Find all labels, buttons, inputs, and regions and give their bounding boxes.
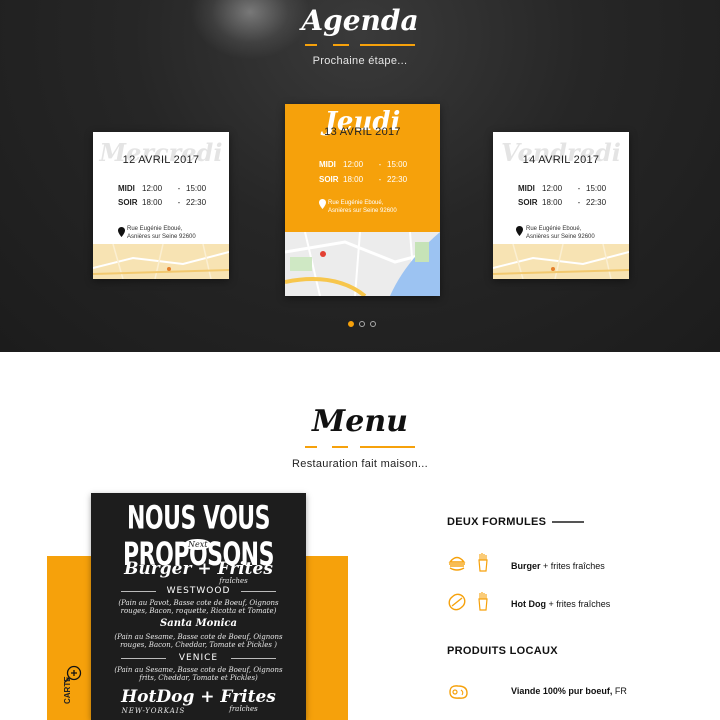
meat-icon bbox=[449, 685, 468, 699]
map-thumbnail[interactable] bbox=[285, 232, 440, 296]
card-date: 13 AVRIL 2017 bbox=[324, 126, 401, 138]
map-thumbnail[interactable] bbox=[493, 244, 629, 279]
produits-heading: PRODUITS LOCAUX bbox=[447, 645, 558, 657]
address-line-1: Rue Eugénie Eboué, bbox=[526, 226, 582, 232]
card-soir-row: SOIR 18:00 - 22:30 bbox=[518, 198, 606, 207]
formule-hotdog: Hot Dog + frites fraîches bbox=[511, 599, 610, 609]
time-dash: - bbox=[177, 184, 181, 193]
agenda-section: Agenda Prochaine étape... Mercredi 12 AV… bbox=[0, 0, 720, 352]
agenda-title: Agenda bbox=[301, 4, 419, 37]
midi-label: MIDI bbox=[518, 184, 535, 193]
board-hotdog-line: HotDog + Frites bbox=[121, 687, 276, 707]
produit-viande: Viande 100% pur boeuf, FR bbox=[511, 686, 627, 696]
board-santa-desc-2: rouges, Bacon, Cheddar, Tomate et Pickle… bbox=[120, 641, 277, 649]
board-westwood-desc-2: rouges, Bacon, roquette, Ricotta et Toma… bbox=[120, 607, 277, 615]
soir-end: 22:30 bbox=[186, 198, 207, 207]
midi-end: 15:00 bbox=[387, 160, 408, 169]
time-dash: - bbox=[378, 175, 382, 184]
agenda-card-vendredi[interactable]: Vendredi 14 AVRIL 2017 MIDI 12:00 - 15:0… bbox=[493, 132, 629, 279]
soir-end: 22:30 bbox=[586, 198, 607, 207]
formule-hotdog-bold: Hot Dog bbox=[511, 599, 546, 609]
agenda-subtitle: Prochaine étape... bbox=[312, 55, 408, 67]
address-line-2: Asnières sur Seine 92600 bbox=[127, 234, 196, 240]
title-underline-segment bbox=[332, 446, 348, 448]
formule-hotdog-rest: + frites fraîches bbox=[546, 599, 611, 609]
time-dash: - bbox=[577, 184, 581, 193]
midi-label: MIDI bbox=[319, 160, 336, 169]
board-hotdog-frites-note: fraîches bbox=[229, 705, 258, 713]
menu-title: Menu bbox=[312, 404, 408, 439]
midi-start: 12:00 bbox=[343, 160, 364, 169]
burger-icon bbox=[448, 556, 466, 571]
board-burger-line: Burger + Frites bbox=[124, 559, 273, 579]
address-line-2: Asnières sur Seine 92600 bbox=[526, 234, 595, 240]
carousel-dot-3[interactable] bbox=[370, 321, 376, 327]
board-santa-desc-1: (Pain au Sesame, Basse cote de Boeuf, Oi… bbox=[114, 633, 283, 641]
produit-viande-bold: Viande 100% pur boeuf, bbox=[511, 686, 613, 696]
soir-label: SOIR bbox=[518, 198, 538, 207]
card-address: Rue Eugénie Eboué, Asnières sur Seine 92… bbox=[127, 225, 196, 241]
carte-vertical-label[interactable]: CARTE bbox=[63, 676, 72, 704]
midi-start: 12:00 bbox=[542, 184, 563, 193]
soir-label: SOIR bbox=[319, 175, 339, 184]
carousel-dot-2[interactable] bbox=[359, 321, 365, 327]
title-underline-segment bbox=[305, 44, 317, 46]
map-pin-icon bbox=[319, 199, 326, 209]
agenda-card-jeudi[interactable]: Jeudi 13 AVRIL 2017 MIDI 12:00 - 15:00 S… bbox=[285, 104, 440, 296]
chalkboard-menu[interactable]: NOUS VOUS PROPOSONS Next Burger + Frites… bbox=[91, 493, 306, 720]
fries-icon bbox=[478, 553, 488, 572]
agenda-card-mercredi[interactable]: Mercredi 12 AVRIL 2017 MIDI 12:00 - 15:0… bbox=[93, 132, 229, 279]
heading-rule bbox=[552, 521, 584, 523]
board-westwood: WESTWOOD bbox=[166, 586, 231, 596]
title-underline-segment bbox=[360, 44, 415, 46]
card-midi-row: MIDI 12:00 - 15:00 bbox=[319, 160, 407, 169]
map-pin-icon bbox=[118, 227, 125, 237]
card-soir-row: SOIR 18:00 - 22:30 bbox=[118, 198, 206, 207]
title-underline-segment bbox=[360, 446, 415, 448]
map-thumbnail[interactable] bbox=[93, 244, 229, 279]
title-underline-segment bbox=[305, 446, 317, 448]
card-midi-row: MIDI 12:00 - 15:00 bbox=[518, 184, 606, 193]
carousel-dot-1[interactable] bbox=[348, 321, 354, 327]
address-line-2: Asnières sur Seine 92600 bbox=[328, 208, 397, 214]
card-midi-row: MIDI 12:00 - 15:00 bbox=[118, 184, 206, 193]
soir-start: 18:00 bbox=[343, 175, 364, 184]
card-address: Rue Eugénie Eboué, Asnières sur Seine 92… bbox=[526, 225, 595, 241]
soir-start: 18:00 bbox=[142, 198, 163, 207]
board-westwood-desc-1: (Pain au Pavot, Basse cote de Boeuf, Oig… bbox=[118, 599, 279, 607]
midi-end: 15:00 bbox=[186, 184, 207, 193]
card-soir-row: SOIR 18:00 - 22:30 bbox=[319, 175, 407, 184]
formule-burger: Burger + frites fraîches bbox=[511, 561, 605, 571]
soir-end: 22:30 bbox=[387, 175, 408, 184]
board-venice-desc-1: (Pain au Sesame, Basse cote de Boeuf, Oi… bbox=[114, 666, 283, 674]
title-underline-segment bbox=[333, 44, 349, 46]
soir-start: 18:00 bbox=[542, 198, 563, 207]
midi-label: MIDI bbox=[118, 184, 135, 193]
menu-subtitle: Restauration fait maison... bbox=[292, 458, 428, 470]
time-dash: - bbox=[378, 160, 382, 169]
address-line-1: Rue Eugénie Eboué, bbox=[328, 200, 384, 206]
board-frites-note: fraîches bbox=[219, 577, 248, 585]
midi-start: 12:00 bbox=[142, 184, 163, 193]
formule-burger-bold: Burger bbox=[511, 561, 541, 571]
time-dash: - bbox=[577, 198, 581, 207]
formule-burger-rest: + frites fraîches bbox=[540, 561, 605, 571]
map-pin-icon bbox=[516, 226, 523, 236]
carousel-dots bbox=[348, 321, 376, 327]
soir-label: SOIR bbox=[118, 198, 138, 207]
card-date: 14 AVRIL 2017 bbox=[522, 154, 600, 166]
board-santa-monica: Santa Monica bbox=[160, 618, 237, 629]
midi-end: 15:00 bbox=[586, 184, 607, 193]
card-date: 12 AVRIL 2017 bbox=[122, 154, 200, 166]
time-dash: - bbox=[177, 198, 181, 207]
board-venice-desc-2: frits, Cheddar, Tomate et Pickles) bbox=[139, 674, 258, 682]
formules-heading: DEUX FORMULES bbox=[447, 516, 547, 528]
card-address: Rue Eugénie Eboué, Asnières sur Seine 92… bbox=[328, 199, 397, 215]
produit-viande-rest: FR bbox=[612, 686, 627, 696]
board-venice: VENICE bbox=[178, 653, 219, 663]
address-line-1: Rue Eugénie Eboué, bbox=[127, 226, 183, 232]
fries-icon bbox=[478, 592, 488, 611]
hotdog-icon bbox=[448, 593, 466, 611]
